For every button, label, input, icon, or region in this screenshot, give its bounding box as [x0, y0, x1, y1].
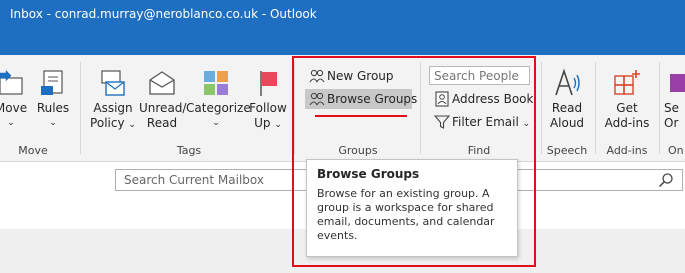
ribbon-separator	[595, 62, 596, 154]
move-icon	[0, 70, 23, 95]
address-book-icon	[435, 91, 449, 107]
group-label-addins: Add-ins	[606, 144, 648, 157]
group-label-speech: Speech	[546, 144, 588, 157]
ribbon-separator	[659, 62, 660, 154]
filter-email-button[interactable]: Filter Email ⌄	[430, 112, 530, 132]
chevron-down-icon: ⌄	[212, 118, 220, 128]
read-aloud-button[interactable]: Read Aloud	[545, 68, 589, 131]
ribbon-tab-band	[0, 31, 685, 55]
ribbon-separator	[420, 62, 421, 154]
browse-groups-tooltip: Browse Groups Browse for an existing gro…	[306, 159, 518, 257]
cutoff-app-icon	[670, 74, 685, 92]
ribbon-separator	[80, 62, 81, 154]
move-button[interactable]: Move ⌄	[0, 68, 28, 131]
window-title: Inbox - conrad.murray@neroblanco.co.uk -…	[10, 7, 317, 21]
add-ins-icon	[614, 70, 640, 95]
tooltip-title: Browse Groups	[317, 167, 420, 181]
new-group-button[interactable]: New Group	[305, 66, 395, 86]
tooltip-body: Browse for an existing group. A group is…	[317, 187, 495, 242]
group-label-groups: Groups	[338, 144, 378, 157]
group-label-find: Find	[467, 144, 491, 157]
group-label-cutoff: On	[668, 144, 684, 157]
follow-up-button[interactable]: Follow Up ⌄	[246, 68, 290, 133]
unread-read-button[interactable]: Unread/ Read	[139, 68, 186, 131]
chevron-down-icon: ⌄	[49, 118, 57, 128]
rules-icon	[41, 70, 63, 95]
filter-icon	[434, 115, 450, 129]
flag-icon	[260, 71, 277, 96]
ribbon-separator	[541, 62, 542, 154]
cutoff-button[interactable]: Se Or	[664, 68, 685, 131]
new-group-icon	[309, 69, 325, 83]
assign-policy-button[interactable]: Assign Policy ⌄	[88, 68, 138, 133]
categorize-icon	[204, 71, 228, 95]
chevron-down-icon: ⌄	[274, 120, 282, 130]
group-label-tags: Tags	[176, 144, 202, 157]
group-label-move: Move	[18, 144, 48, 157]
rules-button[interactable]: Rules ⌄	[36, 68, 70, 131]
ribbon-separator	[294, 62, 295, 154]
assign-policy-icon	[101, 70, 125, 96]
browse-groups-button[interactable]: Browse Groups	[305, 89, 417, 109]
search-people-input[interactable]: Search People	[429, 66, 530, 85]
get-addins-button[interactable]: Get Add-ins	[601, 68, 653, 131]
title-bar: Inbox - conrad.murray@neroblanco.co.uk -…	[0, 0, 685, 31]
address-book-button[interactable]: Address Book	[430, 89, 533, 109]
chevron-down-icon: ⌄	[522, 119, 531, 129]
categorize-button[interactable]: Categorize ⌄	[186, 68, 251, 131]
read-aloud-icon	[555, 68, 580, 96]
chevron-down-icon: ⌄	[7, 118, 15, 128]
highlight-underline	[315, 115, 407, 117]
chevron-down-icon: ⌄	[128, 120, 136, 130]
envelope-icon	[149, 71, 175, 95]
browse-groups-icon	[309, 92, 325, 106]
search-icon[interactable]	[658, 172, 674, 188]
